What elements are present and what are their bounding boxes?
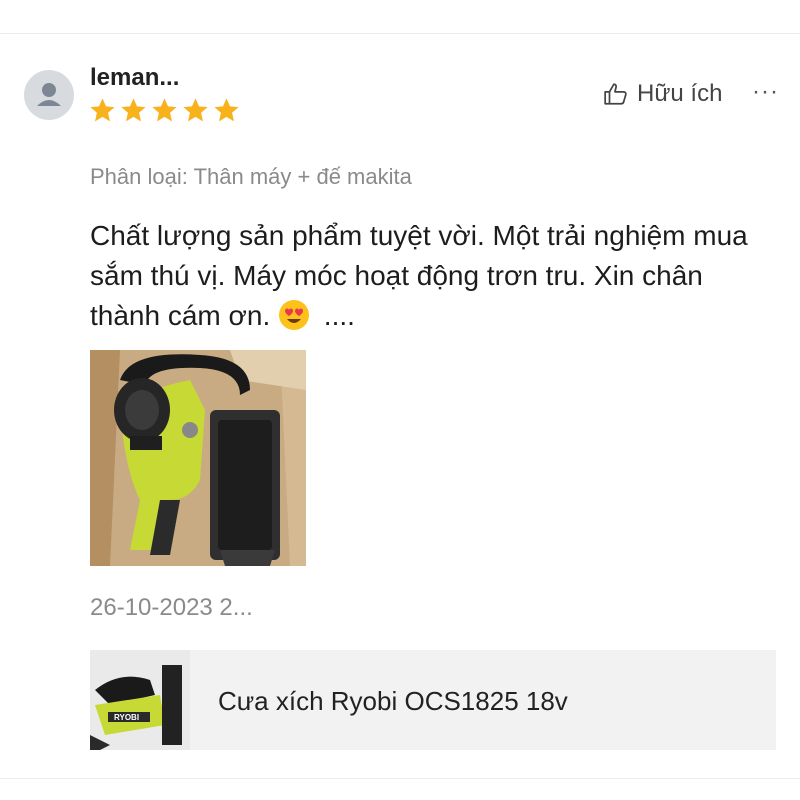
star-icon: [121, 98, 146, 122]
review-date: 26-10-2023 2...: [90, 594, 253, 621]
product-thumb-brand: RYOBI: [114, 713, 139, 722]
star-icon: [152, 98, 177, 122]
helpful-label: Hữu ích: [637, 80, 723, 107]
chainsaw-product-image: RYOBI: [90, 650, 190, 750]
heart-eyes-emoji-icon: [279, 300, 310, 330]
review-comment: Chất lượng sản phẩm tuyệt vời. Một trải …: [90, 216, 780, 336]
product-card[interactable]: RYOBI Cưa xích Ryobi OCS1825 18v: [90, 650, 776, 750]
star-rating: [88, 96, 241, 125]
variant-label: Phân loại: Thân máy + đế makita: [90, 164, 412, 189]
user-icon: [37, 83, 61, 106]
review-photo[interactable]: [90, 350, 306, 566]
star-icon: [90, 98, 115, 122]
chainsaw-in-box-image: [90, 350, 306, 566]
star-icon: [183, 98, 208, 122]
thumbs-up-icon: [604, 83, 627, 105]
bottom-divider: [0, 778, 800, 779]
reviewer-name[interactable]: leman...: [90, 64, 179, 92]
avatar[interactable]: [24, 70, 74, 120]
review-comment-text: Chất lượng sản phẩm tuyệt vời. Một trải …: [90, 220, 748, 331]
more-options-button[interactable]: ···: [752, 78, 779, 106]
review-comment-ellipsis: ....: [323, 300, 355, 331]
product-thumbnail: RYOBI: [90, 650, 190, 750]
product-name: Cưa xích Ryobi OCS1825 18v: [218, 686, 568, 716]
star-icon: [214, 98, 239, 122]
helpful-button[interactable]: Hữu ích: [603, 80, 722, 108]
top-divider: [0, 33, 800, 34]
